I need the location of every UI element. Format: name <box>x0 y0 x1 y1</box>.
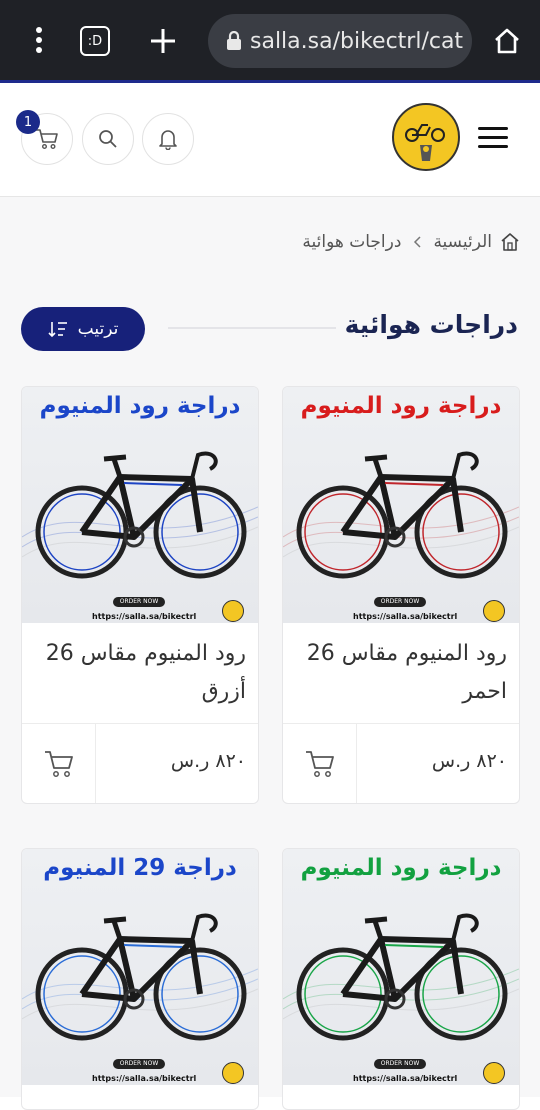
product-price: ٨٢٠ ر.س <box>431 750 507 772</box>
product-name[interactable]: رود المنيوم مقاس 26 احمر <box>293 635 507 711</box>
product-footer: ٨٢٠ ر.س <box>22 723 258 803</box>
notifications-button[interactable] <box>142 113 194 165</box>
product-price: ٨٢٠ ر.س <box>170 750 246 772</box>
product-image[interactable]: دراجة رود المنيوم ORDER NOW https://sall… <box>22 387 258 623</box>
bicycle-icon <box>22 913 258 1041</box>
breadcrumb-home-link[interactable]: الرئيسية <box>433 232 492 252</box>
mini-logo-icon <box>222 1062 244 1084</box>
product-site-url: https://salla.sa/bikectrl <box>92 1074 197 1083</box>
sort-icon <box>48 320 68 338</box>
address-bar[interactable]: salla.sa/bikectrl/cat <box>208 14 472 68</box>
chevron-left-icon <box>409 236 425 248</box>
bell-icon <box>158 128 178 150</box>
product-footer: ٨٢٠ ر.س <box>283 723 519 803</box>
product-image[interactable]: دراجة رود المنيوم ORDER NOW https://sall… <box>283 387 519 623</box>
breadcrumb-home-icon[interactable] <box>500 232 520 252</box>
tab-switcher-label: :D <box>87 33 103 49</box>
bicycle-icon <box>283 451 519 579</box>
order-now-badge: ORDER NOW <box>113 1059 165 1069</box>
cart-icon <box>305 750 335 778</box>
mini-logo-icon <box>222 600 244 622</box>
tab-switcher-button[interactable]: :D <box>80 26 110 56</box>
order-now-badge: ORDER NOW <box>113 597 165 607</box>
product-card[interactable]: دراجة رود المنيوم ORDER NOW https://sall… <box>21 386 259 804</box>
home-icon[interactable] <box>490 24 524 58</box>
add-to-cart-button[interactable] <box>22 724 96 803</box>
product-image[interactable]: دراجة 29 المنيوم ORDER NOW https://salla… <box>22 849 258 1085</box>
bicycle-icon <box>22 451 258 579</box>
product-name[interactable]: رود المنيوم مقاس 26 أزرق <box>32 635 246 711</box>
more-vert-icon[interactable] <box>24 22 54 58</box>
add-to-cart-button[interactable] <box>283 724 357 803</box>
mini-logo-icon <box>483 1062 505 1084</box>
browser-toolbar: :D salla.sa/bikectrl/cat <box>0 0 540 80</box>
product-card[interactable]: دراجة رود المنيوم ORDER NOW https://sall… <box>282 848 520 1110</box>
new-tab-icon[interactable] <box>148 26 178 56</box>
breadcrumb: الرئيسية دراجات هوائية <box>302 232 520 252</box>
sort-button[interactable]: ترتيب <box>21 307 145 351</box>
mini-logo-icon <box>483 600 505 622</box>
product-site-url: https://salla.sa/bikectrl <box>92 612 197 621</box>
page-title: دراجات هوائية <box>344 310 518 339</box>
product-site-url: https://salla.sa/bikectrl <box>353 1074 458 1083</box>
product-image[interactable]: دراجة رود المنيوم ORDER NOW https://sall… <box>283 849 519 1085</box>
order-now-badge: ORDER NOW <box>374 597 426 607</box>
search-button[interactable] <box>82 113 134 165</box>
store-logo[interactable] <box>392 103 460 171</box>
title-divider <box>168 327 336 329</box>
bike-logo-icon <box>396 107 456 167</box>
product-site-url: https://salla.sa/bikectrl <box>353 612 458 621</box>
search-icon <box>98 129 118 149</box>
breadcrumb-current: دراجات هوائية <box>302 232 402 252</box>
sort-label: ترتيب <box>77 319 119 339</box>
lock-icon <box>226 31 242 51</box>
cart-icon <box>44 750 74 778</box>
product-card[interactable]: دراجة رود المنيوم ORDER NOW https://sall… <box>282 386 520 804</box>
product-card[interactable]: دراجة 29 المنيوم ORDER NOW https://salla… <box>21 848 259 1110</box>
hamburger-menu-icon[interactable] <box>476 122 512 152</box>
url-text: salla.sa/bikectrl/cat <box>250 28 464 54</box>
order-now-badge: ORDER NOW <box>374 1059 426 1069</box>
cart-icon <box>35 128 59 150</box>
cart-count-badge: 1 <box>16 110 40 134</box>
bicycle-icon <box>283 913 519 1041</box>
